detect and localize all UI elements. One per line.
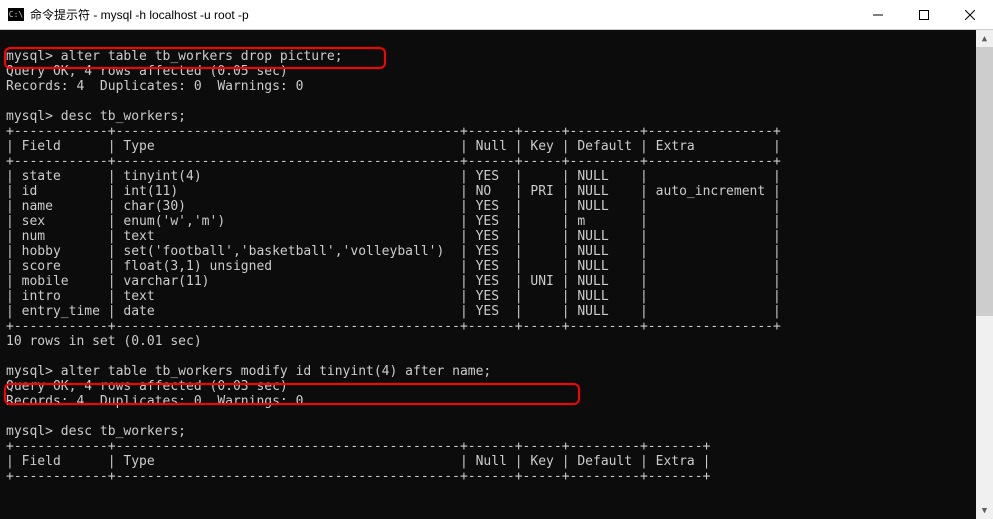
terminal-line: mysql> desc tb_workers;: [6, 424, 186, 439]
terminal-line: | entry_time | date | YES | | NULL | |: [6, 304, 781, 319]
terminal-line: | intro | text | YES | | NULL | |: [6, 289, 781, 304]
maximize-icon: [919, 10, 929, 20]
terminal-line: | Field | Type | Null | Key | Default | …: [6, 454, 710, 469]
minimize-button[interactable]: [855, 0, 901, 30]
scroll-down-arrow-icon[interactable]: ▼: [976, 502, 993, 519]
terminal-line: +------------+--------------------------…: [6, 439, 710, 454]
cmd-icon: C:\: [8, 8, 24, 21]
window-title: 命令提示符 - mysql -h localhost -u root -p: [30, 6, 249, 23]
terminal-line: | score | float(3,1) unsigned | YES | | …: [6, 259, 781, 274]
terminal-line: Query OK, 4 rows affected (0.03 sec): [6, 379, 288, 394]
terminal-line: | Field | Type | Null | Key | Default | …: [6, 139, 781, 154]
terminal-line: +------------+--------------------------…: [6, 319, 781, 334]
terminal-line: | hobby | set('football','basketball','v…: [6, 244, 781, 259]
terminal-line: | num | text | YES | | NULL | |: [6, 229, 781, 244]
terminal-line: +------------+--------------------------…: [6, 469, 710, 484]
terminal-line: Query OK, 4 rows affected (0.05 sec): [6, 64, 288, 79]
terminal-output[interactable]: mysql> alter table tb_workers drop pictu…: [0, 30, 993, 519]
terminal-line: | mobile | varchar(11) | YES | UNI | NUL…: [6, 274, 781, 289]
window-controls: [855, 0, 993, 30]
close-icon: [965, 10, 975, 20]
terminal-line: | id | int(11) | NO | PRI | NULL | auto_…: [6, 184, 781, 199]
terminal-line: 10 rows in set (0.01 sec): [6, 334, 202, 349]
terminal-line: +------------+--------------------------…: [6, 124, 781, 139]
maximize-button[interactable]: [901, 0, 947, 30]
terminal-line: | state | tinyint(4) | YES | | NULL | |: [6, 169, 781, 184]
scrollbar-thumb[interactable]: [976, 47, 993, 316]
scroll-up-arrow-icon[interactable]: ▲: [976, 30, 993, 47]
minimize-icon: [873, 10, 883, 20]
terminal-line: mysql> desc tb_workers;: [6, 109, 186, 124]
terminal-line: | name | char(30) | YES | | NULL | |: [6, 199, 781, 214]
terminal-line: Records: 4 Duplicates: 0 Warnings: 0: [6, 394, 303, 409]
terminal-line: mysql> alter table tb_workers modify id …: [6, 364, 491, 379]
terminal-line: mysql> alter table tb_workers drop pictu…: [6, 49, 343, 64]
close-button[interactable]: [947, 0, 993, 30]
window-titlebar[interactable]: C:\ 命令提示符 - mysql -h localhost -u root -…: [0, 0, 993, 30]
terminal-line: Records: 4 Duplicates: 0 Warnings: 0: [6, 79, 303, 94]
vertical-scrollbar[interactable]: ▲ ▼: [976, 30, 993, 519]
terminal-line: | sex | enum('w','m') | YES | | m | |: [6, 214, 781, 229]
terminal-line: +------------+--------------------------…: [6, 154, 781, 169]
